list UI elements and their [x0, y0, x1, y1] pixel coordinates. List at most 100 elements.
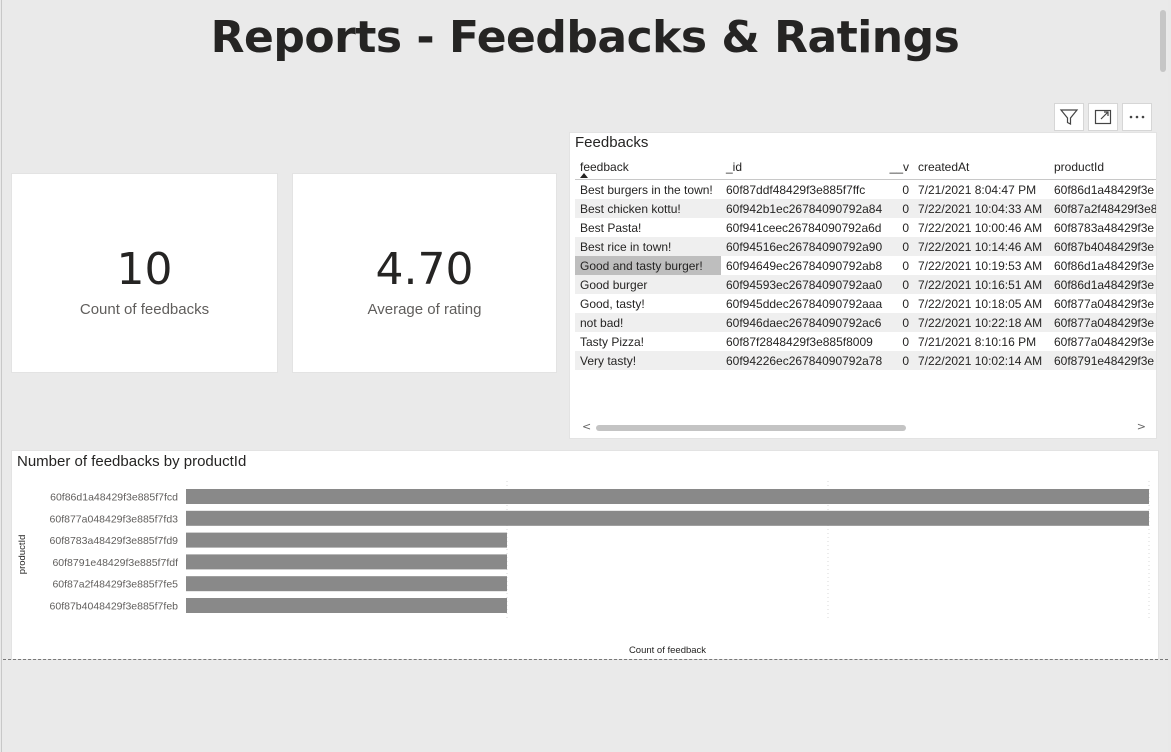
scroll-right-icon[interactable]: > [1137, 420, 1146, 433]
feedbacks-by-product-chart[interactable]: Number of feedbacks by productId 60f86d1… [12, 451, 1158, 659]
x-axis-title: Count of feedback [629, 645, 706, 656]
table-cell[interactable]: 7/21/2021 8:10:16 PM [913, 332, 1049, 351]
page-boundary-line [3, 659, 1168, 660]
table-row[interactable]: Tasty Pizza! 60f87f2848429f3e885f8009 0 7/2… [575, 332, 1156, 351]
table-cell[interactable]: 0 [883, 313, 913, 332]
feedbacks-table-visual[interactable]: Feedbacks feedback _id __v createdAt pro… [570, 133, 1156, 438]
table-cell[interactable]: 0 [883, 332, 913, 351]
table-cell[interactable]: Best rice in town! [575, 237, 721, 256]
category-tick-label: 60f8783a48429f3e885f7fd9 [50, 535, 179, 547]
table-cell[interactable]: 60f87f2848429f3e885f8009 [721, 332, 883, 351]
table-cell[interactable]: 60f942b1ec26784090792a84 [721, 199, 883, 218]
scrollbar-thumb[interactable] [596, 425, 906, 431]
table-cell[interactable]: Best chicken kottu! [575, 199, 721, 218]
table-cell[interactable]: 60f94593ec26784090792aa0 [721, 275, 883, 294]
category-tick-label: 60f8791e48429f3e885f7fdf [52, 557, 178, 569]
table-cell[interactable]: 60f877a048429f3e [1049, 294, 1156, 313]
table-cell[interactable]: 60f946daec26784090792ac6 [721, 313, 883, 332]
table-cell[interactable]: Tasty Pizza! [575, 332, 721, 351]
bar[interactable] [186, 510, 1149, 526]
bar[interactable] [186, 532, 507, 548]
table-cell[interactable]: 7/22/2021 10:02:14 AM [913, 351, 1049, 370]
bar[interactable] [186, 489, 1149, 504]
table-row[interactable]: Best Pasta! 60f941ceec26784090792a6d 0 7/22… [575, 218, 1156, 237]
table-cell[interactable]: 0 [883, 199, 913, 218]
table-cell[interactable]: 60f877a048429f3e [1049, 332, 1156, 351]
table-cell[interactable]: 7/22/2021 10:00:46 AM [913, 218, 1049, 237]
table-row[interactable]: Good and tasty burger! 60f94649ec26784090… [575, 256, 1156, 275]
filter-button[interactable] [1054, 103, 1084, 131]
kpi-card-average[interactable]: 4.70 Average of rating [293, 174, 556, 372]
kpi-value: 10 [116, 244, 173, 295]
table-row[interactable]: Best chicken kottu! 60f942b1ec26784090792… [575, 199, 1156, 218]
column-header-id[interactable]: _id [721, 155, 883, 180]
table-cell[interactable]: 60f87a2f48429f3e8 [1049, 199, 1156, 218]
table-cell[interactable]: 7/22/2021 10:16:51 AM [913, 275, 1049, 294]
table-cell[interactable]: 0 [883, 218, 913, 237]
table-row[interactable]: Best burgers in the town! 60f87ddf48429f3… [575, 180, 1156, 200]
table-cell[interactable]: not bad! [575, 313, 721, 332]
table-cell[interactable]: Good, tasty! [575, 294, 721, 313]
table-row[interactable]: Good burger 60f94593ec26784090792aa0 0 7/22… [575, 275, 1156, 294]
table-cell[interactable]: 60f941ceec26784090792a6d [721, 218, 883, 237]
bar[interactable] [186, 576, 507, 592]
table-cell[interactable]: 60f94226ec26784090792a78 [721, 351, 883, 370]
table-title: Feedbacks [575, 134, 649, 151]
column-header-feedback[interactable]: feedback [575, 155, 721, 180]
kpi-card-count[interactable]: 10 Count of feedbacks [12, 174, 277, 372]
kpi-value: 4.70 [375, 244, 474, 295]
table-cell[interactable]: 7/22/2021 10:22:18 AM [913, 313, 1049, 332]
y-axis-title: productId [17, 535, 28, 575]
table-cell[interactable]: 0 [883, 256, 913, 275]
table-cell[interactable]: 60f94649ec26784090792ab8 [721, 256, 883, 275]
column-header-productid[interactable]: productId [1049, 155, 1156, 180]
table-cell[interactable]: 7/22/2021 10:19:53 AM [913, 256, 1049, 275]
table-cell[interactable]: 0 [883, 180, 913, 200]
category-tick-label: 60f87a2f48429f3e885f7fe5 [52, 579, 178, 591]
table-cell[interactable]: Best Pasta! [575, 218, 721, 237]
table-cell[interactable]: 0 [883, 275, 913, 294]
filter-icon [1059, 109, 1079, 125]
feedbacks-table: feedback _id __v createdAt productId Bes… [575, 155, 1156, 370]
table-cell[interactable]: 7/21/2021 8:04:47 PM [913, 180, 1049, 200]
table-cell[interactable]: 7/22/2021 10:04:33 AM [913, 199, 1049, 218]
page-title: Reports - Feedbacks & Ratings [210, 12, 960, 63]
table-cell[interactable]: 60f8783a48429f3e [1049, 218, 1156, 237]
scroll-left-icon[interactable]: < [582, 420, 591, 433]
table-cell[interactable]: 7/22/2021 10:14:46 AM [913, 237, 1049, 256]
table-header-row: feedback _id __v createdAt productId [575, 155, 1156, 180]
focus-mode-button[interactable] [1088, 103, 1118, 131]
table-cell[interactable]: 60f877a048429f3e [1049, 313, 1156, 332]
table-cell[interactable]: 0 [883, 294, 913, 313]
table-cell[interactable]: 60f87ddf48429f3e885f7ffc [721, 180, 883, 200]
table-cell[interactable]: 60f86d1a48429f3e [1049, 256, 1156, 275]
table-cell[interactable]: Good and tasty burger! [575, 256, 721, 275]
table-cell[interactable]: Good burger [575, 275, 721, 294]
horizontal-scrollbar[interactable]: < > [582, 420, 1146, 433]
table-row[interactable]: Best rice in town! 60f94516ec26784090792a… [575, 237, 1156, 256]
column-header-createdat[interactable]: createdAt [913, 155, 1049, 180]
table-cell[interactable]: 0 [883, 237, 913, 256]
report-canvas: Reports - Feedbacks & Ratings 10 Count o… [1, 0, 1168, 752]
kpi-label: Count of feedbacks [79, 301, 210, 318]
table-cell[interactable]: 60f86d1a48429f3e [1049, 180, 1156, 200]
category-tick-label: 60f877a048429f3e885f7fd3 [50, 513, 179, 525]
table-cell[interactable]: Very tasty! [575, 351, 721, 370]
table-row[interactable]: Very tasty! 60f94226ec26784090792a78 0 7/22… [575, 351, 1156, 370]
table-cell[interactable]: 60f8791e48429f3e [1049, 351, 1156, 370]
table-cell[interactable]: 0 [883, 351, 913, 370]
bar-chart: 60f86d1a48429f3e885f7fcd 60f877a048429f3e… [17, 481, 1150, 656]
more-options-button[interactable] [1122, 103, 1152, 131]
table-cell[interactable]: 60f94516ec26784090792a90 [721, 237, 883, 256]
table-cell[interactable]: 7/22/2021 10:18:05 AM [913, 294, 1049, 313]
column-header-v[interactable]: __v [883, 155, 913, 180]
table-cell[interactable]: Best burgers in the town! [575, 180, 721, 200]
table-cell[interactable]: 60f945ddec26784090792aaa [721, 294, 883, 313]
table-cell[interactable]: 60f86d1a48429f3e [1049, 275, 1156, 294]
table-cell[interactable]: 60f87b4048429f3e [1049, 237, 1156, 256]
focus-mode-icon [1094, 109, 1112, 125]
bar[interactable] [186, 554, 507, 570]
bar[interactable] [186, 598, 507, 613]
table-row[interactable]: not bad! 60f946daec26784090792ac6 0 7/22/20… [575, 313, 1156, 332]
table-row[interactable]: Good, tasty! 60f945ddec26784090792aaa 0 7/2… [575, 294, 1156, 313]
